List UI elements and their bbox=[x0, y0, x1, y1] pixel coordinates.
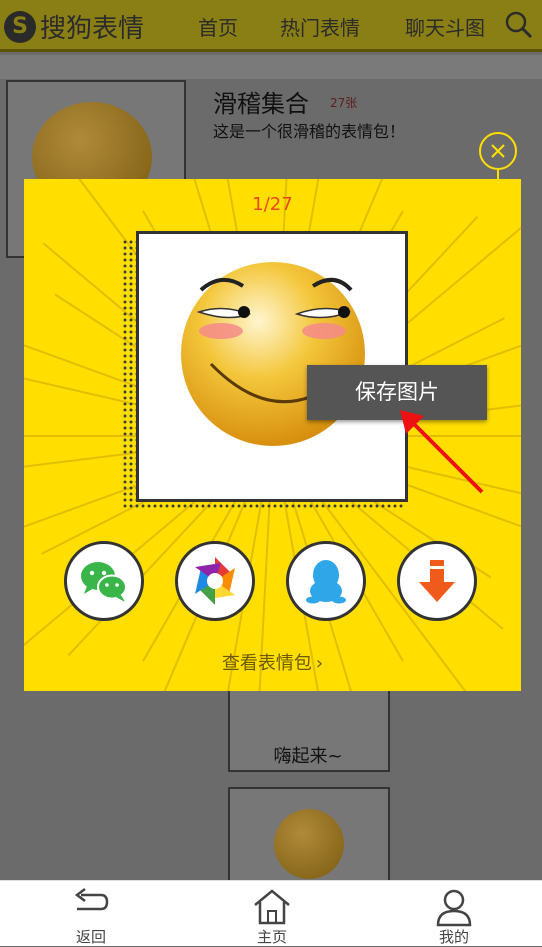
pack-description: 这是一个很滑稽的表情包！ bbox=[213, 122, 406, 141]
red-arrow-annotation bbox=[400, 410, 484, 494]
view-pack-label: 查看表情包 bbox=[221, 653, 312, 674]
view-pack-link[interactable]: 查看表情包 › bbox=[24, 649, 521, 675]
close-icon bbox=[491, 144, 505, 158]
sticker-card-2[interactable] bbox=[228, 787, 390, 882]
logo-text: 搜狗表情 bbox=[40, 14, 145, 44]
search-icon[interactable] bbox=[504, 10, 534, 40]
tab-back-label: 返回 bbox=[75, 928, 106, 946]
chevron-right-icon: › bbox=[315, 653, 324, 674]
under-strip bbox=[0, 55, 542, 79]
share-qq-button[interactable] bbox=[286, 541, 366, 621]
tab-mine-label: 我的 bbox=[438, 928, 469, 946]
camera-aperture-icon bbox=[195, 557, 235, 605]
share-wechat-button[interactable] bbox=[64, 541, 144, 621]
qq-penguin-icon bbox=[306, 560, 346, 604]
page-indicator: 1/27 bbox=[252, 194, 293, 215]
pack-title: 滑稽集合 bbox=[213, 90, 309, 118]
home-icon bbox=[254, 889, 290, 925]
tab-home[interactable]: 主页 bbox=[222, 881, 322, 946]
tab-home-label: 主页 bbox=[256, 928, 287, 946]
wechat-icon bbox=[81, 562, 127, 602]
top-bar: S 搜狗表情 首页 热门表情 聊天斗图 bbox=[0, 0, 542, 52]
bottom-nav: 返回 主页 我的 bbox=[0, 880, 542, 946]
logo-s-icon: S bbox=[4, 10, 36, 43]
sogou-logo[interactable]: S 搜狗表情 bbox=[4, 8, 144, 45]
tab-mine[interactable]: 我的 bbox=[404, 881, 504, 946]
nav-home[interactable]: 首页 bbox=[198, 12, 238, 41]
nav-hot[interactable]: 热门表情 bbox=[280, 12, 360, 41]
sticker-caption: 嗨起来~ bbox=[273, 746, 343, 767]
sticker-preview-popup: 1/27 保存图片 查看表情包 › bbox=[24, 179, 521, 691]
download-arrow-icon bbox=[419, 560, 455, 602]
download-button[interactable] bbox=[397, 541, 477, 621]
back-arrow-icon bbox=[74, 888, 109, 911]
tab-back[interactable]: 返回 bbox=[41, 881, 141, 946]
pack-count: 27张 bbox=[330, 96, 358, 110]
close-button[interactable] bbox=[479, 132, 517, 170]
share-moments-button[interactable] bbox=[175, 541, 255, 621]
user-icon bbox=[436, 889, 472, 927]
nav-chat[interactable]: 聊天斗图 bbox=[405, 12, 493, 41]
sticker-face bbox=[274, 809, 344, 879]
